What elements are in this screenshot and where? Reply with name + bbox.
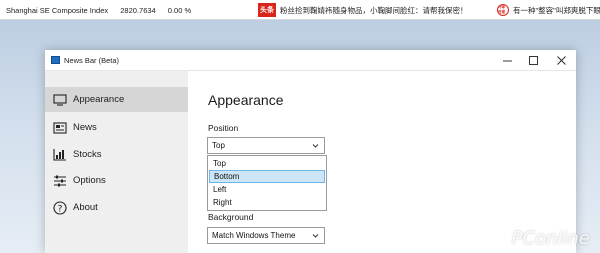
news-headline: 有一种"整容"叫郑爽脱下眼镜 <box>513 5 600 15</box>
stock-ticker[interactable]: Shanghai SE Composite Index 2820.7634 0.… <box>6 6 191 15</box>
maximize-icon <box>528 55 538 65</box>
page-title: Appearance <box>208 92 284 108</box>
news-bar: Shanghai SE Composite Index 2820.7634 0.… <box>0 0 600 20</box>
sidebar-item-about[interactable]: ? About <box>45 195 188 220</box>
news-source-logo: 环球时报 <box>497 4 509 16</box>
position-select[interactable]: Top <box>207 137 325 154</box>
position-option-top[interactable]: Top <box>209 157 325 170</box>
position-dropdown-list: Top Bottom Left Right <box>207 155 327 211</box>
app-icon <box>51 56 60 64</box>
sidebar-item-label: Stocks <box>73 149 102 160</box>
stocks-chart-icon <box>53 148 67 162</box>
close-icon <box>556 55 566 65</box>
background-select[interactable]: Match Windows Theme <box>207 227 325 244</box>
maximize-button[interactable] <box>520 50 546 70</box>
chevron-down-icon <box>312 234 319 238</box>
index-change: 0.00 % <box>167 6 192 15</box>
sidebar-item-stocks[interactable]: Stocks <box>45 142 188 167</box>
settings-content: Appearance Position Top Top Bottom Left … <box>188 71 576 253</box>
newspaper-icon <box>53 121 67 135</box>
news-source-logo: 头条 <box>258 3 276 17</box>
chevron-down-icon <box>312 144 319 148</box>
news-item[interactable]: 头条 粉丝捡到鞠婧祎随身物品，小鞠脚间脸红：请帮我保密！ <box>258 2 468 18</box>
svg-text:?: ? <box>58 204 63 214</box>
index-value: 2820.7634 <box>120 6 156 15</box>
background-label: Background <box>208 212 254 222</box>
sidebar-item-appearance[interactable]: Appearance <box>45 87 188 112</box>
sidebar-item-label: Appearance <box>73 94 125 105</box>
settings-window: News Bar (Beta) Appearance News Stocks O… <box>45 50 576 253</box>
minimize-icon <box>502 60 512 61</box>
position-option-right[interactable]: Right <box>209 196 325 209</box>
sidebar-item-label: About <box>73 202 98 213</box>
sidebar-item-label: Options <box>73 175 106 186</box>
sidebar: Appearance News Stocks Options ? About <box>45 71 188 253</box>
close-button[interactable] <box>548 50 574 70</box>
background-select-value: Match Windows Theme <box>212 231 296 240</box>
position-select-value: Top <box>212 141 225 150</box>
help-circle-icon: ? <box>53 200 67 215</box>
watermark-logo: PConline <box>511 228 590 249</box>
sidebar-item-news[interactable]: News <box>45 115 188 140</box>
position-option-left[interactable]: Left <box>209 183 325 196</box>
sidebar-item-options[interactable]: Options <box>45 168 188 193</box>
sidebar-item-label: News <box>73 122 97 133</box>
news-item[interactable]: 环球时报 有一种"整容"叫郑爽脱下眼镜 <box>497 2 600 18</box>
news-headline: 粉丝捡到鞠婧祎随身物品，小鞠脚间脸红：请帮我保密！ <box>280 5 468 15</box>
monitor-icon <box>53 93 67 107</box>
window-title: News Bar (Beta) <box>64 56 120 65</box>
sliders-icon <box>53 174 67 188</box>
index-name: Shanghai SE Composite Index <box>6 6 109 15</box>
minimize-button[interactable] <box>494 50 520 70</box>
position-label: Position <box>208 123 239 133</box>
position-option-bottom[interactable]: Bottom <box>209 170 325 183</box>
title-bar[interactable]: News Bar (Beta) <box>45 50 576 71</box>
